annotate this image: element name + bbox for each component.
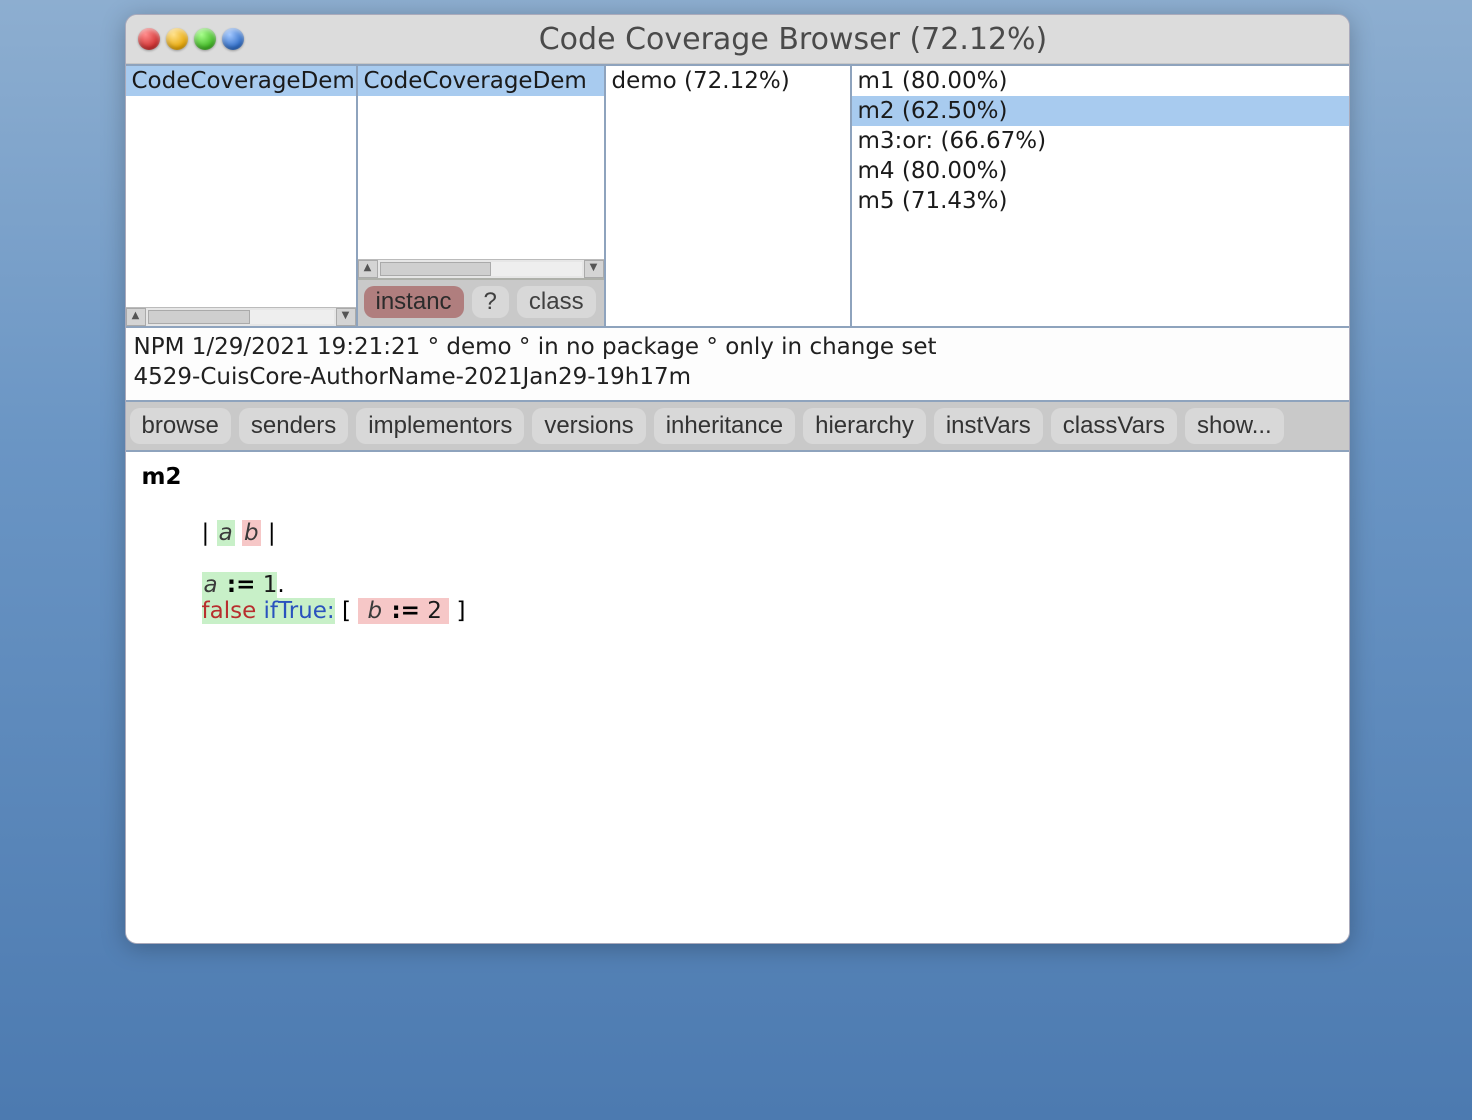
methods-pane: m1 (80.00%) m2 (62.50%) m3:or: (66.67%) …: [852, 66, 1349, 326]
annotation-pane: NPM 1/29/2021 19:21:21 ° demo ° in no pa…: [126, 326, 1349, 402]
list-item[interactable]: m2 (62.50%): [852, 96, 1349, 126]
scroll-right-icon[interactable]: ▼: [584, 260, 604, 278]
annotation-line: 4529-CuisCore-AuthorName-2021Jan29-19h17…: [134, 362, 1341, 392]
scroll-left-icon[interactable]: ▲: [358, 260, 378, 278]
scroll-right-icon[interactable]: ▼: [336, 308, 356, 326]
protocols-pane: demo (72.12%): [606, 66, 852, 326]
classvars-button[interactable]: classVars: [1051, 408, 1177, 444]
annotation-line: NPM 1/29/2021 19:21:21 ° demo ° in no pa…: [134, 332, 1341, 362]
list-item[interactable]: CodeCoverageDem: [358, 66, 604, 96]
list-item[interactable]: demo (72.12%): [606, 66, 850, 96]
browse-button[interactable]: browse: [130, 408, 231, 444]
scroll-left-icon[interactable]: ▲: [126, 308, 146, 326]
classes-pane: CodeCoverageDem ▲ ▼ instanc ? class: [358, 66, 606, 326]
packages-list[interactable]: CodeCoverageDem: [126, 66, 356, 307]
list-item[interactable]: m4 (80.00%): [852, 156, 1349, 186]
window-title: Code Coverage Browser (72.12%): [250, 22, 1337, 57]
list-item[interactable]: m3:or: (66.67%): [852, 126, 1349, 156]
classes-list[interactable]: CodeCoverageDem: [358, 66, 604, 259]
scroll-track[interactable]: [380, 262, 582, 276]
versions-button[interactable]: versions: [532, 408, 645, 444]
button-bar: browse senders implementors versions inh…: [126, 402, 1349, 452]
instance-button[interactable]: instanc: [364, 286, 464, 318]
minimize-icon[interactable]: [166, 28, 188, 50]
code-line: false ifTrue: [ b := 2 ]: [142, 598, 1333, 624]
protocols-list[interactable]: demo (72.12%): [606, 66, 850, 326]
show-button[interactable]: show...: [1185, 408, 1284, 444]
senders-button[interactable]: senders: [239, 408, 348, 444]
hierarchy-button[interactable]: hierarchy: [803, 408, 926, 444]
instvars-button[interactable]: instVars: [934, 408, 1043, 444]
list-item[interactable]: m5 (71.43%): [852, 186, 1349, 216]
class-button[interactable]: class: [517, 286, 596, 318]
maximize-icon[interactable]: [194, 28, 216, 50]
scroll-track[interactable]: [148, 310, 334, 324]
packages-pane: CodeCoverageDem ▲ ▼: [126, 66, 358, 326]
instance-class-switch: instanc ? class: [358, 278, 604, 326]
classes-hscrollbar[interactable]: ▲ ▼: [358, 259, 604, 278]
help-button[interactable]: ?: [472, 286, 509, 318]
titlebar[interactable]: Code Coverage Browser (72.12%): [126, 15, 1349, 64]
code-pane[interactable]: m2 | a b | a := 1. false ifTrue: [ b := …: [126, 452, 1349, 943]
browser-panes: CodeCoverageDem ▲ ▼ CodeCoverageDem ▲: [126, 64, 1349, 326]
packages-hscrollbar[interactable]: ▲ ▼: [126, 307, 356, 326]
list-item[interactable]: m1 (80.00%): [852, 66, 1349, 96]
method-name: m2: [142, 464, 1333, 490]
temp-var-covered: a: [217, 520, 235, 546]
temp-declaration: | a b |: [142, 520, 1333, 546]
close-icon[interactable]: [138, 28, 160, 50]
methods-list[interactable]: m1 (80.00%) m2 (62.50%) m3:or: (66.67%) …: [852, 66, 1349, 326]
list-item[interactable]: CodeCoverageDem: [126, 66, 356, 96]
implementors-button[interactable]: implementors: [356, 408, 524, 444]
window-menu-icon[interactable]: [222, 28, 244, 50]
code-line: a := 1.: [142, 572, 1333, 598]
inheritance-button[interactable]: inheritance: [654, 408, 795, 444]
code-coverage-browser-window: Code Coverage Browser (72.12%) CodeCover…: [125, 14, 1350, 944]
temp-var-uncovered: b: [242, 520, 261, 546]
